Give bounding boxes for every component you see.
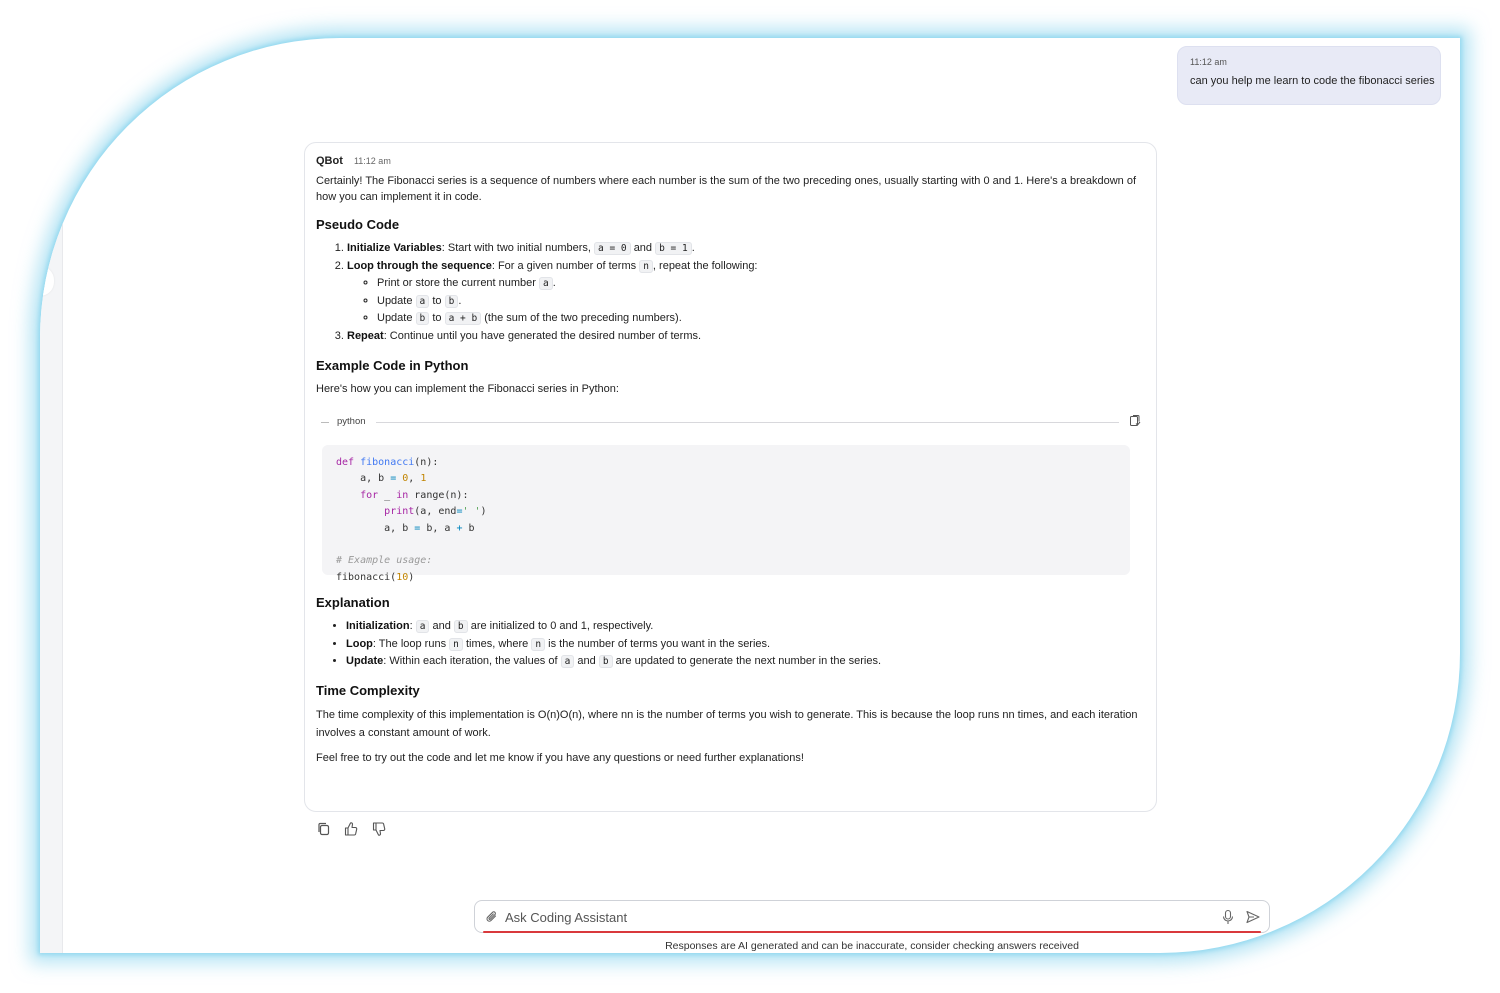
step-text: to: [432, 294, 442, 307]
bullet-title: Initialization: [346, 620, 410, 632]
bullet-text: : Within each iteration, the values of: [383, 655, 558, 667]
bullet-text: times, where: [465, 637, 529, 650]
list-item: Update a to b.: [377, 293, 1144, 311]
inline-code: n: [531, 637, 546, 651]
list-item: Repeat: Continue until you have generate…: [347, 328, 1144, 345]
inline-code: n: [449, 637, 463, 651]
send-icon[interactable]: [1245, 909, 1261, 925]
inline-code: a: [415, 620, 430, 633]
chat-input[interactable]: [505, 906, 1205, 928]
bullet-text: : The loop runs: [372, 637, 447, 650]
pseudo-code-list: Initialize Variables: Start with two ini…: [316, 240, 1144, 344]
user-message-bubble: 11:12 am can you help me learn to code t…: [1177, 46, 1441, 105]
copy-icon[interactable]: [316, 821, 332, 837]
inline-code: a + b: [444, 312, 482, 325]
user-message-text: can you help me learn to code the fibona…: [1190, 75, 1435, 87]
code-block: def fibonacci(n): a, b = 0, 1 for _ in r…: [322, 445, 1130, 583]
bot-name: QBot: [316, 155, 343, 167]
input-focus-underline: [483, 931, 1261, 933]
list-item: Print or store the current number a.: [377, 275, 1144, 293]
app-window: 11:12 am can you help me learn to code t…: [40, 38, 1460, 953]
step-text: , repeat the following:: [652, 259, 758, 272]
step-text: Update: [377, 294, 413, 307]
inline-code: b = 1: [655, 242, 692, 255]
chat-input-box: [474, 900, 1270, 933]
microphone-icon[interactable]: [1221, 909, 1235, 925]
step-text: (the sum of the two preceding numbers).: [484, 312, 682, 324]
bot-intro: Certainly! The Fibonacci series is a seq…: [316, 175, 1136, 203]
code-block-header: python: [316, 413, 1144, 435]
list-item: Loop: The loop runs n times, where n is …: [346, 636, 1144, 654]
inline-code: a: [560, 655, 575, 668]
step-text: : Continue until you have generated the …: [383, 329, 702, 342]
step-text: to: [432, 312, 442, 324]
bot-message-card: QBot 11:12 am Certainly! The Fibonacci s…: [304, 142, 1157, 812]
step-title: Initialize Variables: [347, 242, 442, 254]
example-text: Here's how you can implement the Fibonac…: [316, 383, 619, 395]
message-actions: [316, 821, 394, 839]
step-text: : Start with two initial numbers,: [441, 242, 591, 254]
bullet-text: and: [577, 655, 596, 667]
code-block-container: python def fibonacci(n): a, b = 0, 1 for…: [316, 413, 1144, 583]
inline-code: n: [639, 259, 653, 273]
inline-code: a = 0: [594, 242, 631, 255]
list-item: Update b to a + b (the sum of the two pr…: [377, 310, 1144, 328]
step-text: Print or store the current number: [377, 277, 536, 289]
step-text: : For a given number of terms: [491, 259, 637, 272]
complexity-heading: Time Complexity: [316, 682, 420, 698]
list-item: Loop through the sequence: For a given n…: [347, 258, 1144, 328]
paperclip-icon[interactable]: [485, 910, 499, 924]
inline-code: b: [598, 655, 613, 668]
copy-code-icon[interactable]: [1128, 414, 1142, 428]
inline-code: b: [415, 312, 430, 325]
code-language-label: python: [337, 416, 366, 427]
bullet-text: and: [432, 620, 451, 632]
inline-code: a: [415, 294, 430, 308]
list-item: Update: Within each iteration, the value…: [346, 653, 1144, 671]
inline-code: b: [453, 620, 468, 633]
inline-code: b: [444, 294, 459, 308]
step-text: Update: [377, 312, 413, 324]
bullet-title: Loop: [346, 637, 373, 650]
step-text: and: [633, 242, 653, 254]
divider: [321, 422, 329, 423]
inline-code: a: [539, 277, 553, 290]
sidebar-toggle[interactable]: [40, 266, 54, 296]
step-title: Loop through the sequence: [347, 259, 492, 272]
ai-disclaimer: Responses are AI generated and can be in…: [665, 940, 1079, 952]
pseudo-code-heading: Pseudo Code: [316, 217, 400, 232]
explanation-heading: Explanation: [316, 595, 390, 610]
thumbs-up-icon[interactable]: [343, 821, 359, 837]
explanation-list: Initialization: a and b are initialized …: [316, 618, 1144, 671]
bullet-text: is the number of terms you want in the s…: [548, 637, 771, 650]
bot-outro: Feel free to try out the code and let me…: [316, 751, 804, 764]
list-item: Initialization: a and b are initialized …: [346, 618, 1144, 636]
example-heading: Example Code in Python: [316, 358, 469, 373]
left-rail: [40, 38, 63, 953]
bot-message-header: QBot 11:12 am: [316, 155, 1144, 167]
bullet-text: are updated to generate the next number …: [615, 655, 882, 667]
bullet-text: are initialized to 0 and 1, respectively…: [470, 620, 654, 632]
step-title: Repeat: [347, 329, 384, 342]
sub-list: Print or store the current number a. Upd…: [347, 275, 1144, 328]
user-message-time: 11:12 am: [1190, 57, 1227, 67]
divider: [376, 422, 1119, 423]
bullet-title: Update: [346, 655, 384, 667]
thumbs-down-icon[interactable]: [371, 821, 387, 837]
list-item: Initialize Variables: Start with two ini…: [347, 240, 1144, 258]
bot-message-time: 11:12 am: [353, 156, 391, 166]
complexity-text: The time complexity of this implementati…: [316, 708, 1138, 739]
